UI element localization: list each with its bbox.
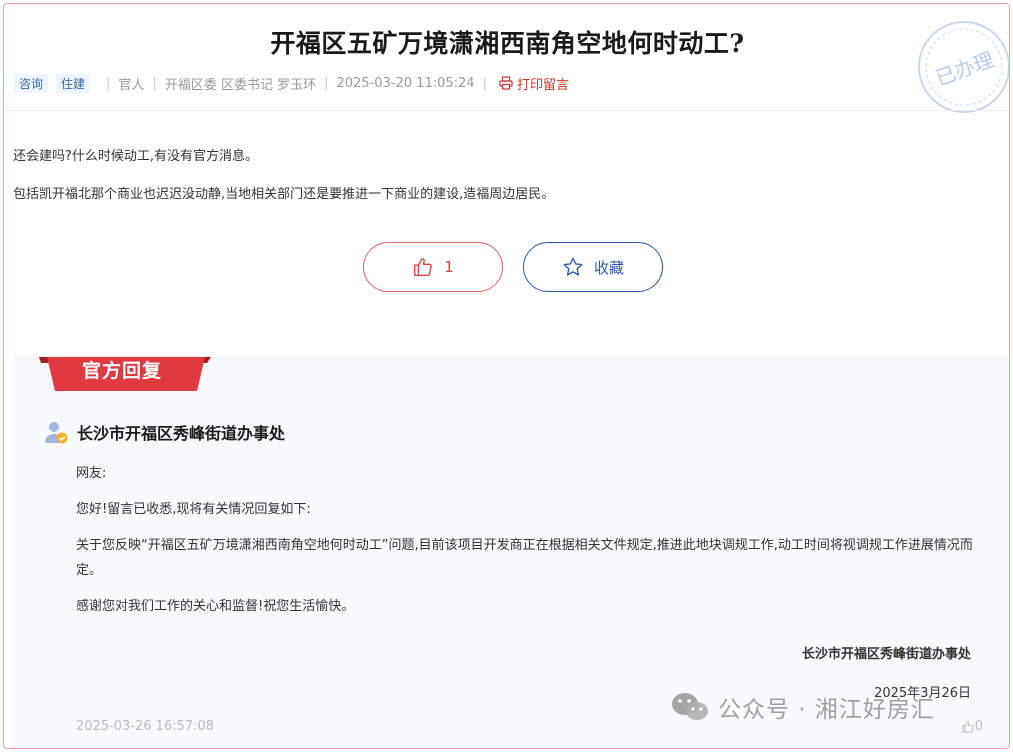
print-button[interactable]: 打印留言 [499,74,569,93]
wechat-watermark: 公众号 · 湘江好房汇 [670,690,935,724]
reply-paragraph: 关于您反映“开福区五矿万境潇湘西南角空地何时动工”问题,目前该项目开发商正在根据… [76,538,973,578]
tag-housing[interactable]: 住建 [56,73,91,93]
processed-stamp: 已办理 [916,19,1009,115]
favorite-label: 收藏 [593,258,624,277]
like-count: 1 [444,258,454,276]
print-label: 打印留言 [516,77,569,93]
favorite-button[interactable]: 收藏 [523,242,663,292]
ribbon-label: 官方回复 [81,360,162,382]
reply-paragraph: 感谢您对我们工作的关心和监督!祝您生活愉快。 [76,599,355,614]
verified-user-icon [45,422,68,444]
meta-separator: | [152,75,157,91]
recipient-label: 官人 [118,77,145,93]
tag-consult[interactable]: 咨询 [14,73,49,93]
recipient: 开福区委 区委书记 罗玉环 [164,77,317,93]
reply-org: 长沙市开福区秀峰街道办事处 [43,419,285,445]
reply-paragraph: 您好!留言已收悉,现将有关情况回复如下: [76,502,311,517]
reply-body: 网友: 您好!留言已收悉,现将有关情况回复如下: 关于您反映“开福区五矿万境潇湘… [76,461,976,630]
reply-org-name: 长沙市开福区秀峰街道办事处 [77,424,286,443]
thumbs-up-icon [961,720,974,733]
reply-ribbon: 官方回复 [35,351,215,397]
post-meta: 咨询 住建 | 官人 | 开福区委 区委书记 罗玉环 | 2025-03-20 … [14,72,569,94]
post-time: 2025-03-20 11:05:24 [336,75,475,91]
meta-separator: | [482,75,487,91]
meta-separator: | [324,75,329,91]
message-card: 开福区五矿万境潇湘西南角空地何时动工? 咨询 住建 | 官人 | 开福区委 区委… [3,3,1010,749]
header-divider [4,110,1009,111]
post-title: 开福区五矿万境潇湘西南角空地何时动工? [270,29,745,58]
reply-like-button[interactable]: 0 [961,719,983,734]
watermark-text: 公众号 · 湘江好房汇 [718,697,935,723]
reply-time: 2025-03-26 16:57:08 [76,719,215,734]
wechat-icon [672,693,708,720]
stamp-text: 已办理 [933,48,997,90]
star-icon [563,257,583,276]
reply-signature: 长沙市开福区秀峰街道办事处 [801,647,971,662]
like-button[interactable]: 1 [363,242,503,292]
post-body: 还会建吗?什么时候动工,有没有官方消息。 包括凯开福北那个商业也迟迟没动静,当地… [13,147,554,223]
post-paragraph: 包括凯开福北那个商业也迟迟没动静,当地相关部门还是要推进一下商业的建设,造福周边… [13,187,555,202]
reply-paragraph: 网友: [76,466,107,481]
post-paragraph: 还会建吗?什么时候动工,有没有官方消息。 [13,149,259,164]
meta-separator: | [106,75,111,91]
printer-icon [499,76,513,90]
reply-like-count: 0 [974,719,983,734]
thumbs-up-icon [414,258,432,276]
